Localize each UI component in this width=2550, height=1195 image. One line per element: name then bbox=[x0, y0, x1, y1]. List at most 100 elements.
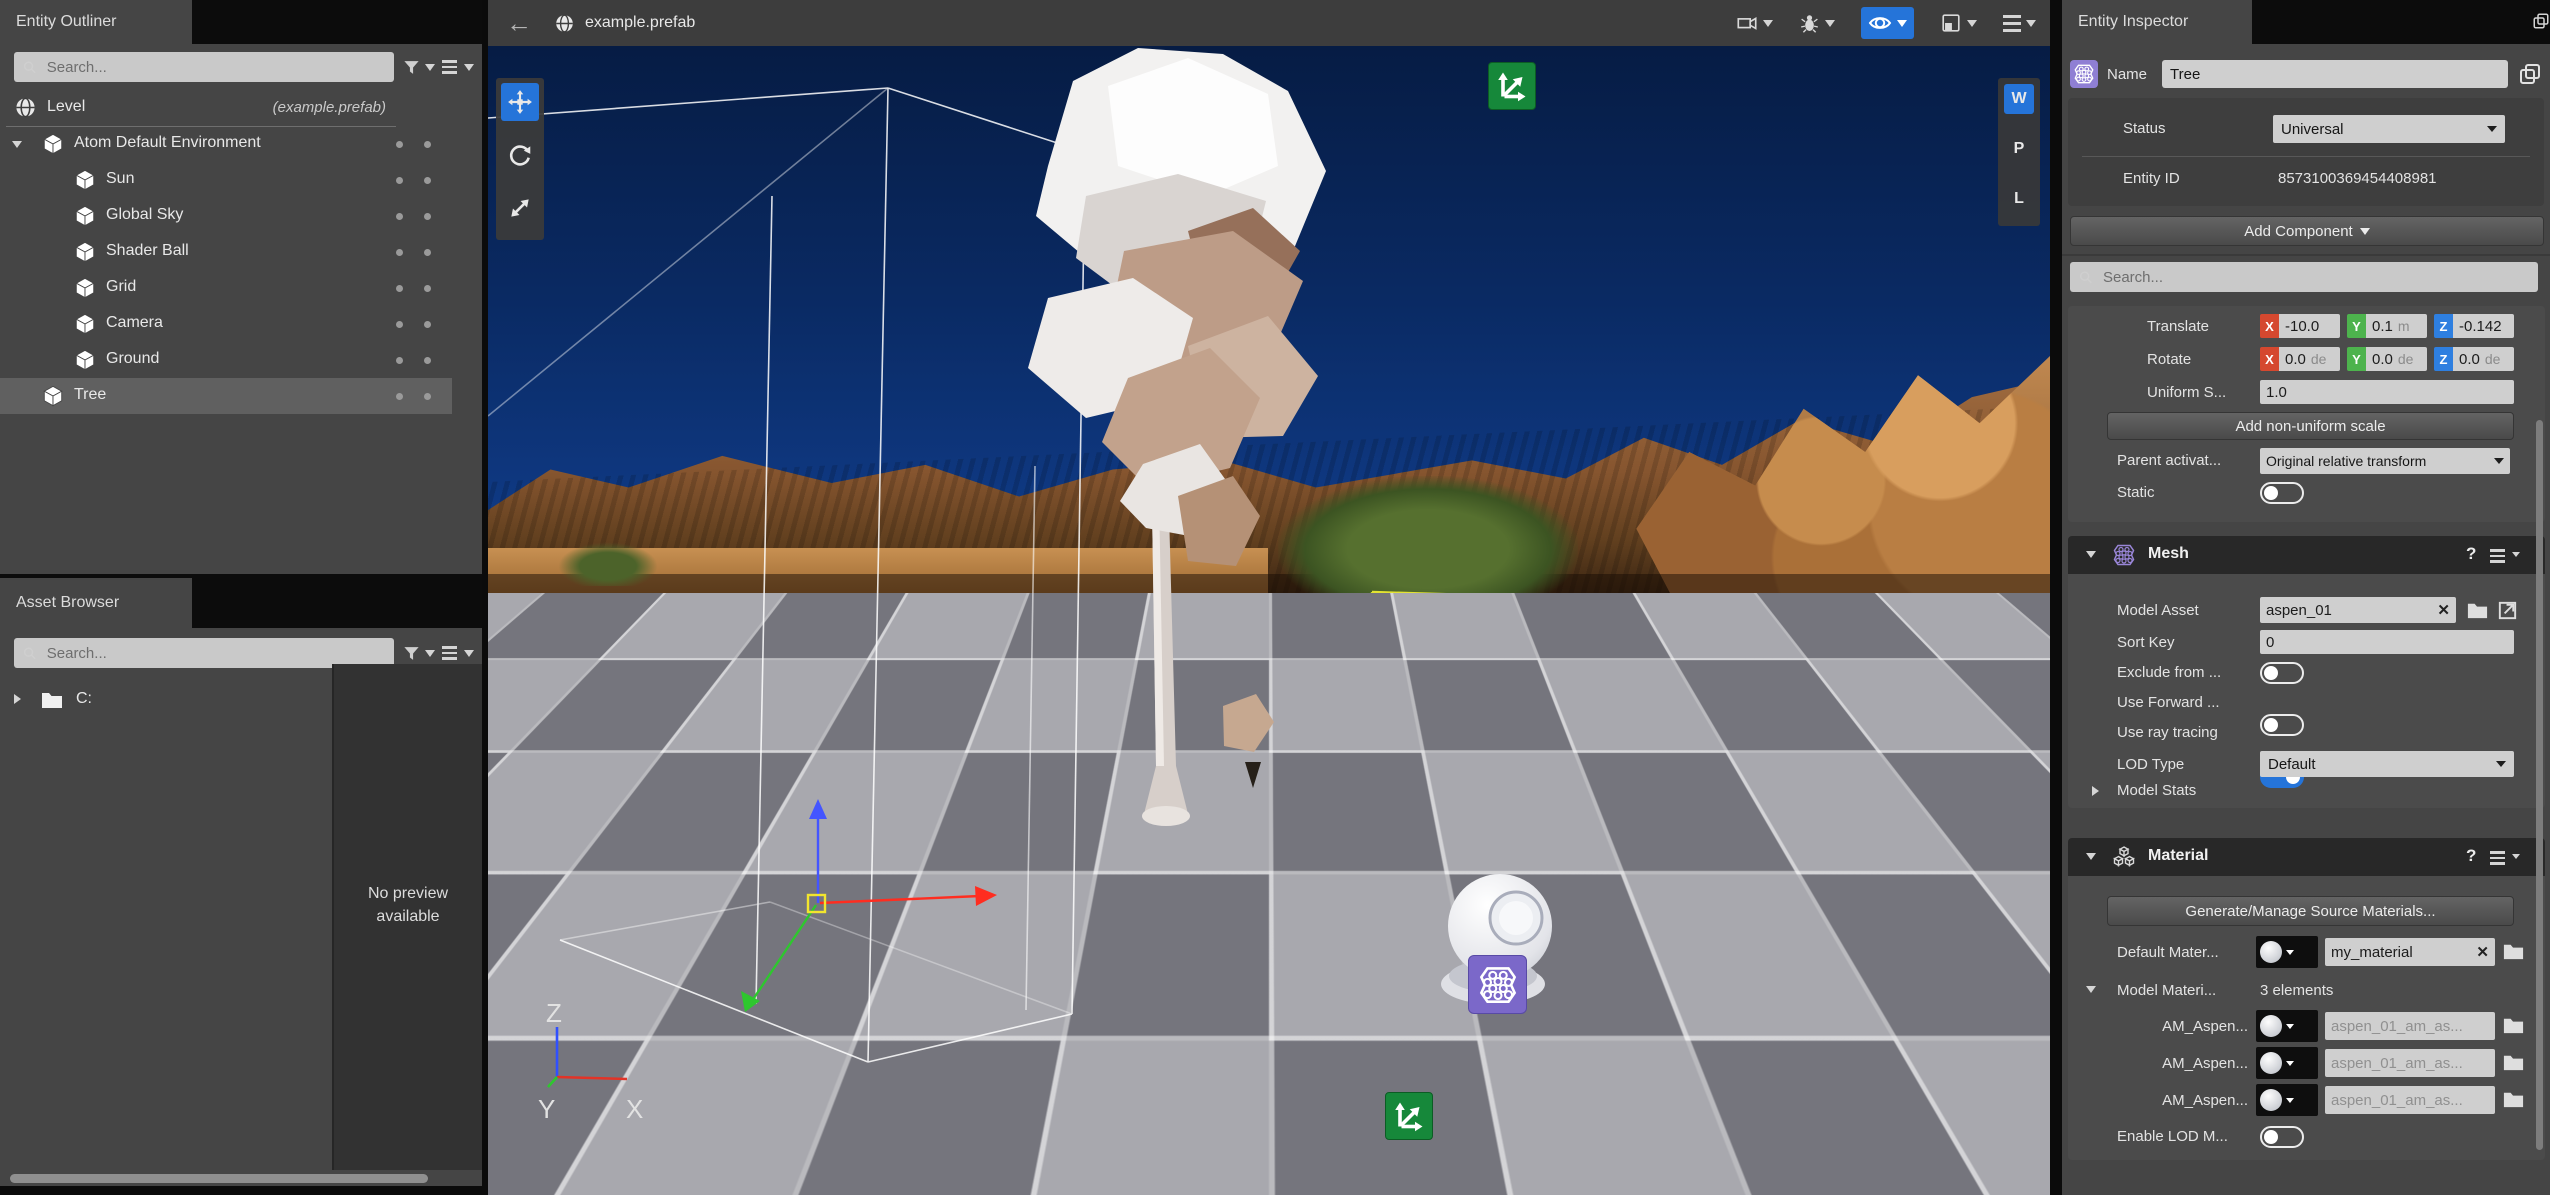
back-arrow-icon[interactable]: ← bbox=[506, 8, 532, 39]
visibility-dot[interactable] bbox=[396, 213, 403, 220]
rotate-tool-button[interactable] bbox=[501, 136, 539, 174]
browse-material-folder-icon[interactable] bbox=[2502, 1088, 2525, 1111]
rotate-z-field[interactable]: 0.0de bbox=[2453, 347, 2514, 371]
model-stats-caret-icon[interactable] bbox=[2092, 786, 2099, 796]
lock-dot[interactable] bbox=[424, 285, 431, 292]
outliner-menu-icon[interactable] bbox=[442, 60, 457, 74]
forward-pass-toggle[interactable] bbox=[2260, 714, 2304, 736]
visibility-dot[interactable] bbox=[396, 285, 403, 292]
default-material-field[interactable]: my_material✕ bbox=[2325, 938, 2495, 966]
visibility-dot[interactable] bbox=[396, 249, 403, 256]
visibility-dot[interactable] bbox=[396, 177, 403, 184]
inspector-search-input[interactable] bbox=[2101, 268, 2530, 287]
material-menu-caret-icon[interactable] bbox=[2512, 854, 2520, 859]
view-visibility-button[interactable] bbox=[1861, 7, 1914, 39]
material-collapse-caret-icon[interactable] bbox=[2086, 853, 2096, 860]
rotate-x-field[interactable]: 0.0de bbox=[2279, 347, 2340, 371]
tab-entity-inspector[interactable]: Entity Inspector bbox=[2062, 0, 2252, 44]
browse-material-folder-icon[interactable] bbox=[2502, 940, 2525, 963]
parent-activation-dropdown[interactable]: Original relative transform bbox=[2260, 448, 2510, 474]
world-space-button[interactable]: W bbox=[2004, 84, 2034, 114]
name-input[interactable] bbox=[2162, 60, 2508, 88]
visibility-dot[interactable] bbox=[396, 321, 403, 328]
clear-material-icon[interactable]: ✕ bbox=[2476, 943, 2489, 961]
visibility-dot[interactable] bbox=[396, 141, 403, 148]
camera-menu-button[interactable] bbox=[1736, 12, 1773, 34]
folder-expand-caret-icon[interactable] bbox=[14, 694, 21, 704]
outliner-search-input[interactable] bbox=[45, 58, 386, 77]
material-card-header[interactable]: Material ? bbox=[2068, 838, 2545, 876]
move-tool-button[interactable] bbox=[501, 83, 539, 121]
level-row[interactable]: Level (example.prefab) bbox=[0, 92, 452, 124]
outliner-row-root[interactable]: Atom Default Environment bbox=[0, 126, 452, 162]
debug-menu-button[interactable] bbox=[1799, 13, 1835, 34]
outliner-row-shader-ball[interactable]: Shader Ball bbox=[0, 234, 452, 270]
filter-caret-icon[interactable] bbox=[425, 650, 435, 657]
visibility-dot[interactable] bbox=[396, 393, 403, 400]
outliner-row-ground[interactable]: Ground bbox=[0, 342, 452, 378]
browse-asset-folder-icon[interactable] bbox=[2466, 599, 2489, 622]
model-materials-caret-icon[interactable] bbox=[2086, 986, 2096, 993]
browse-material-folder-icon[interactable] bbox=[2502, 1014, 2525, 1037]
material-slot-field[interactable]: aspen_01_am_as... bbox=[2325, 1086, 2495, 1114]
tab-asset-browser[interactable]: Asset Browser bbox=[0, 578, 192, 628]
outliner-row-grid[interactable]: Grid bbox=[0, 270, 452, 306]
material-menu-icon[interactable] bbox=[2490, 851, 2505, 865]
status-dropdown[interactable]: Universal bbox=[2273, 115, 2505, 143]
visibility-dot[interactable] bbox=[396, 357, 403, 364]
material-slot-field[interactable]: aspen_01_am_as... bbox=[2325, 1049, 2495, 1077]
name-field[interactable] bbox=[2162, 60, 2508, 88]
inspector-search[interactable] bbox=[2070, 262, 2538, 292]
outliner-row-tree-selected[interactable]: Tree bbox=[0, 378, 452, 414]
asset-folder-row[interactable]: C: bbox=[0, 684, 330, 716]
material-slot-swatch[interactable] bbox=[2256, 1084, 2318, 1116]
material-help-button[interactable]: ? bbox=[2466, 846, 2476, 866]
mesh-menu-caret-icon[interactable] bbox=[2512, 552, 2520, 557]
material-slot-field[interactable]: aspen_01_am_as... bbox=[2325, 1012, 2495, 1040]
mesh-collapse-caret-icon[interactable] bbox=[2086, 551, 2096, 558]
translate-y-field[interactable]: 0.1m bbox=[2366, 314, 2427, 338]
clear-asset-icon[interactable]: ✕ bbox=[2437, 601, 2450, 619]
mesh-menu-icon[interactable] bbox=[2490, 549, 2505, 563]
model-asset-field[interactable]: aspen_01✕ bbox=[2260, 597, 2456, 623]
asset-menu-caret-icon[interactable] bbox=[464, 650, 474, 657]
rotate-y-field[interactable]: 0.0de bbox=[2366, 347, 2427, 371]
lock-dot[interactable] bbox=[424, 249, 431, 256]
viewport-layout-button[interactable] bbox=[1940, 12, 1977, 34]
filter-icon[interactable] bbox=[402, 644, 421, 663]
browse-material-folder-icon[interactable] bbox=[2502, 1051, 2525, 1074]
inspector-corner-icon[interactable] bbox=[2532, 12, 2550, 30]
material-slot-swatch[interactable] bbox=[2256, 1010, 2318, 1042]
parent-space-button[interactable]: P bbox=[2004, 134, 2034, 164]
asset-search-input[interactable] bbox=[45, 644, 386, 663]
lock-dot[interactable] bbox=[424, 141, 431, 148]
outliner-menu-caret-icon[interactable] bbox=[464, 64, 474, 71]
lock-dot[interactable] bbox=[424, 393, 431, 400]
scale-tool-button[interactable] bbox=[501, 189, 539, 227]
default-material-swatch[interactable] bbox=[2256, 936, 2318, 968]
viewport-scene[interactable]: Z Y X W P L bbox=[488, 46, 2050, 1195]
outliner-search[interactable] bbox=[14, 52, 394, 82]
spawn-point-icon-top[interactable] bbox=[1488, 62, 1536, 110]
generate-materials-button[interactable]: Generate/Manage Source Materials... bbox=[2107, 896, 2514, 926]
filter-caret-icon[interactable] bbox=[425, 64, 435, 71]
asset-browser-hscrollbar[interactable] bbox=[10, 1174, 428, 1183]
local-space-button[interactable]: L bbox=[2004, 184, 2034, 214]
outliner-row-global-sky[interactable]: Global Sky bbox=[0, 198, 452, 234]
lock-dot[interactable] bbox=[424, 357, 431, 364]
exclude-toggle[interactable] bbox=[2260, 662, 2304, 684]
expand-caret-icon[interactable] bbox=[12, 141, 22, 148]
enable-lod-toggle[interactable] bbox=[2260, 1126, 2304, 1148]
lod-type-dropdown[interactable]: Default bbox=[2260, 751, 2514, 777]
tab-entity-outliner[interactable]: Entity Outliner bbox=[0, 0, 192, 44]
translate-x-field[interactable]: -10.0 bbox=[2279, 314, 2340, 338]
translate-z-field[interactable]: -0.142 bbox=[2453, 314, 2514, 338]
sort-key-field[interactable]: 0 bbox=[2260, 630, 2514, 654]
shader-ball-mesh-badge[interactable] bbox=[1468, 955, 1527, 1014]
outliner-row-camera[interactable]: Camera bbox=[0, 306, 452, 342]
open-asset-external-icon[interactable] bbox=[2496, 599, 2519, 622]
uniform-scale-field[interactable]: 1.0 bbox=[2260, 380, 2514, 404]
static-toggle[interactable] bbox=[2260, 482, 2304, 504]
lock-dot[interactable] bbox=[424, 213, 431, 220]
inspector-scrollbar[interactable] bbox=[2536, 420, 2543, 1150]
